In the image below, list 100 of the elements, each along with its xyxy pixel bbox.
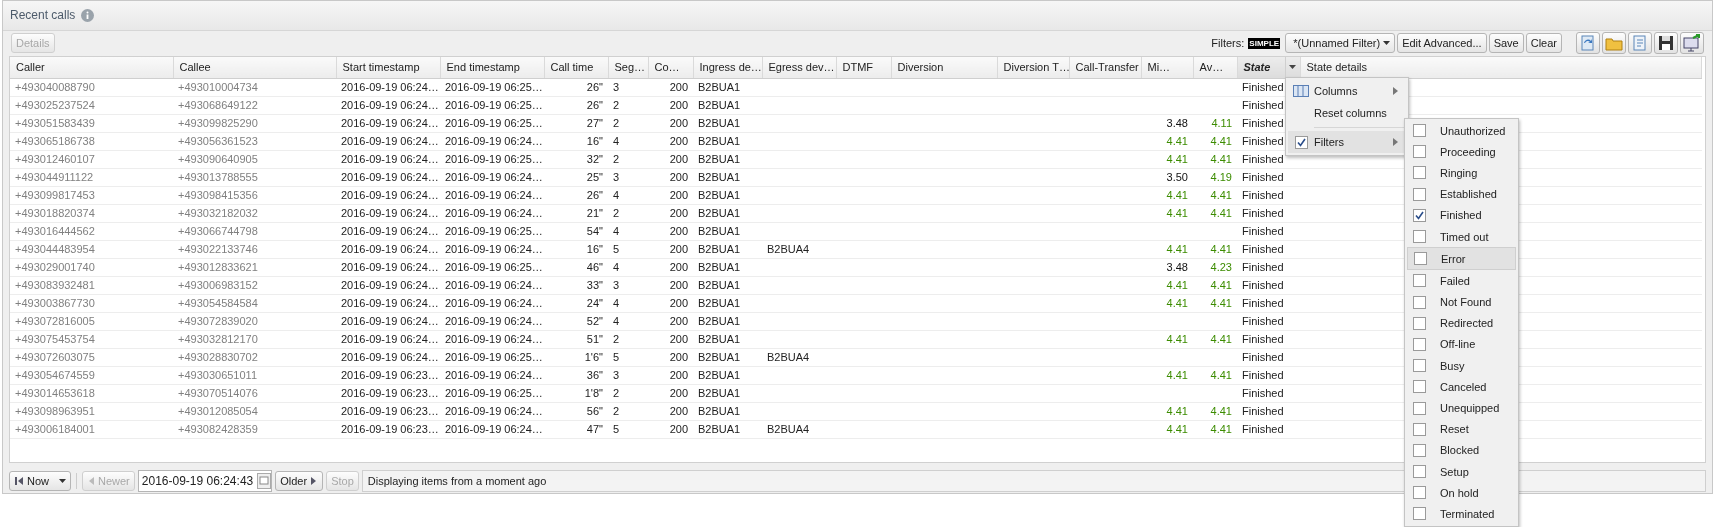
checkbox[interactable] <box>1413 230 1426 244</box>
checkbox[interactable] <box>1413 486 1426 500</box>
column-header[interactable]: Caller <box>10 56 173 79</box>
filter-option[interactable]: Proceeding <box>1407 141 1516 163</box>
filter-option[interactable]: Unequipped <box>1407 397 1516 419</box>
table-cell: 2016-09-19 06:24… <box>341 279 439 292</box>
filter-option[interactable]: Setup <box>1407 461 1516 483</box>
column-header[interactable]: Ingress de… <box>693 56 762 79</box>
calendar-icon[interactable] <box>257 473 272 490</box>
column-header[interactable]: State <box>1237 56 1300 79</box>
column-header[interactable]: Seg… <box>608 56 648 79</box>
filter-option[interactable]: Blocked <box>1407 439 1516 461</box>
filter-option[interactable]: Not Found <box>1407 291 1516 313</box>
refresh-icon[interactable] <box>1576 32 1600 55</box>
checkbox[interactable] <box>1413 401 1426 415</box>
checkbox[interactable] <box>1413 337 1426 351</box>
checkbox[interactable] <box>1413 274 1426 288</box>
filter-option[interactable]: Ringing <box>1407 162 1516 184</box>
checkbox[interactable] <box>1413 124 1426 138</box>
filter-option[interactable]: Finished <box>1407 204 1516 226</box>
older-button[interactable]: Older <box>275 471 324 492</box>
column-header[interactable]: Av… <box>1193 56 1237 79</box>
filter-option[interactable]: Terminated <box>1407 503 1516 525</box>
checkbox[interactable] <box>1413 359 1426 373</box>
column-header[interactable]: Co… <box>648 56 693 79</box>
checkbox[interactable] <box>1413 166 1426 180</box>
column-header[interactable]: Diversion <box>891 56 997 79</box>
column-header[interactable]: Call time <box>544 56 608 79</box>
table-cell: B2BUA1 <box>698 423 741 436</box>
menu-item[interactable]: Filters <box>1288 131 1406 153</box>
table-cell: +493098415356 <box>178 189 258 202</box>
folder-icon[interactable] <box>1602 32 1626 55</box>
table-cell: 200 <box>669 81 688 94</box>
filter-option[interactable]: Unauthorized <box>1407 120 1516 142</box>
filter-option[interactable]: Canceled <box>1407 376 1516 398</box>
table-cell: +493030651011 <box>178 369 258 382</box>
filter-select[interactable]: *(Unnamed Filter) <box>1285 33 1396 54</box>
table-cell: 4 <box>613 225 620 238</box>
column-header[interactable]: DTMF <box>836 56 891 79</box>
filter-option[interactable]: Error <box>1407 247 1516 271</box>
filter-option[interactable]: Failed <box>1407 270 1516 292</box>
table-cell: 26" <box>586 81 603 94</box>
table-cell: B2BUA1 <box>698 243 741 256</box>
table-cell: B2BUA1 <box>698 333 741 346</box>
table-cell: 54" <box>586 225 603 238</box>
table-cell: 2016-09-19 06:24… <box>341 171 439 184</box>
checkbox[interactable] <box>1413 465 1426 479</box>
table-cell: 200 <box>669 189 688 202</box>
table-cell: 4.41 <box>1166 243 1188 256</box>
checkbox[interactable] <box>1413 380 1426 394</box>
date-field[interactable]: 2016-09-19 06:24:43 <box>137 470 273 493</box>
filter-option[interactable]: Established <box>1407 183 1516 205</box>
table-cell: 21" <box>586 207 603 220</box>
table-cell: 2016-09-19 06:25… <box>445 351 543 364</box>
filter-option[interactable]: Redirected <box>1407 312 1516 334</box>
now-button[interactable]: Now <box>9 471 71 492</box>
caret-icon[interactable] <box>1289 65 1296 70</box>
table-cell: Finished <box>1242 351 1284 364</box>
monitor-icon[interactable] <box>1680 32 1704 55</box>
toolbar-button[interactable]: Save <box>1488 33 1524 54</box>
column-header[interactable]: Start timestamp <box>336 56 440 79</box>
checkbox[interactable] <box>1413 145 1426 159</box>
table-cell: 36" <box>586 369 603 382</box>
table-cell: +493098963951 <box>15 405 95 418</box>
column-header[interactable]: Egress dev… <box>762 56 836 79</box>
checkbox[interactable] <box>1413 507 1426 521</box>
checkbox[interactable] <box>1413 295 1426 309</box>
filter-option[interactable]: Timed out <box>1407 225 1516 248</box>
table-cell: Finished <box>1242 261 1284 274</box>
column-header[interactable]: State details <box>1300 56 1702 79</box>
table-cell: Finished <box>1242 135 1284 148</box>
filter-option[interactable]: Busy <box>1407 355 1516 377</box>
checkbox[interactable] <box>1413 208 1426 222</box>
table-cell: +493082428359 <box>178 423 258 436</box>
table-cell: +493029001740 <box>15 261 95 274</box>
info-icon[interactable] <box>81 8 95 22</box>
toolbar-button[interactable]: Clear <box>1525 33 1562 54</box>
column-header[interactable]: End timestamp <box>440 56 544 79</box>
checkbox[interactable] <box>1413 443 1426 457</box>
checkbox[interactable] <box>1413 422 1426 436</box>
column-header[interactable]: Diversion T… <box>997 56 1069 79</box>
table-cell: +493006184001 <box>15 423 95 436</box>
filter-option[interactable]: Off-line <box>1407 333 1516 356</box>
table-cell: 2016-09-19 06:25… <box>445 261 543 274</box>
column-header[interactable]: Callee <box>173 56 336 79</box>
table-cell: 2016-09-19 06:25… <box>445 225 543 238</box>
checkbox[interactable] <box>1413 316 1426 330</box>
filter-option[interactable]: On hold <box>1407 482 1516 504</box>
checkbox[interactable] <box>1414 252 1427 266</box>
table-cell: +493012833621 <box>178 261 258 274</box>
column-header[interactable]: Mi… <box>1141 56 1193 79</box>
toolbar-button[interactable]: Edit Advanced... <box>1397 33 1487 54</box>
table-cell: 4.41 <box>1210 333 1232 346</box>
filter-option[interactable]: Reset <box>1407 418 1516 440</box>
column-header[interactable]: Call-Transfer <box>1069 56 1141 79</box>
menu-item[interactable]: Columns <box>1288 80 1406 102</box>
checkbox[interactable] <box>1294 135 1308 149</box>
checkbox[interactable] <box>1413 187 1426 201</box>
caret-icon <box>1383 41 1391 46</box>
menu-item[interactable]: Reset columns <box>1288 102 1406 124</box>
